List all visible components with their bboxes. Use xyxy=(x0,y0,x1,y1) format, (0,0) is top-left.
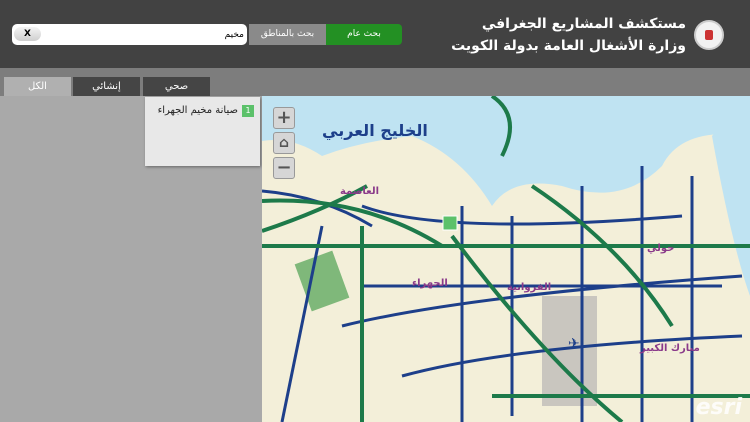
zoom-in-button[interactable]: + xyxy=(273,107,295,129)
airport-icon: ✈ xyxy=(568,336,580,352)
map-canvas[interactable]: الخليج العربي العاصمة الجهراء حولي الفرو… xyxy=(262,96,750,422)
map-label-sea: الخليج العربي xyxy=(322,121,428,141)
ministry-logo xyxy=(694,20,724,50)
park-area xyxy=(294,250,350,312)
home-icon[interactable]: ⌂ xyxy=(273,132,295,154)
map-label-mubarak: مبارك الكبير xyxy=(639,343,700,354)
result-number: 1 xyxy=(242,105,254,117)
area-search-button[interactable]: بحث بالمناطق xyxy=(249,24,326,45)
map-label-capital: العاصمة xyxy=(340,186,379,197)
zoom-out-button[interactable]: − xyxy=(273,157,295,179)
tab-construction[interactable]: إنشائي xyxy=(73,77,140,96)
project-marker xyxy=(442,215,458,231)
map-label-farwaniya: الفروانية xyxy=(507,282,551,293)
app-header: مستكشف المشاريع الجغرافي وزارة الأشغال ا… xyxy=(0,0,750,68)
map-label-hawalli: حولي xyxy=(647,243,674,254)
app-title: مستكشف المشاريع الجغرافي xyxy=(481,16,686,32)
app-subtitle: وزارة الأشغال العامة بدولة الكويت xyxy=(451,38,686,54)
tab-health[interactable]: صحي xyxy=(143,77,210,96)
clear-search-button[interactable]: X xyxy=(14,27,41,41)
results-panel: 1 صيانة مخيم الجهراء xyxy=(145,97,260,166)
esri-logo: esri xyxy=(695,395,742,420)
search-input[interactable] xyxy=(46,26,244,43)
search-box: X xyxy=(12,24,247,45)
result-item[interactable]: 1 صيانة مخيم الجهراء xyxy=(158,105,254,117)
general-search-button[interactable]: بحث عام xyxy=(326,24,402,45)
map-label-jahra: الجهراء xyxy=(412,278,448,289)
result-label: صيانة مخيم الجهراء xyxy=(157,105,238,116)
tab-all[interactable]: الكل xyxy=(4,77,71,96)
map-view[interactable]: الخليج العربي العاصمة الجهراء حولي الفرو… xyxy=(262,96,750,422)
